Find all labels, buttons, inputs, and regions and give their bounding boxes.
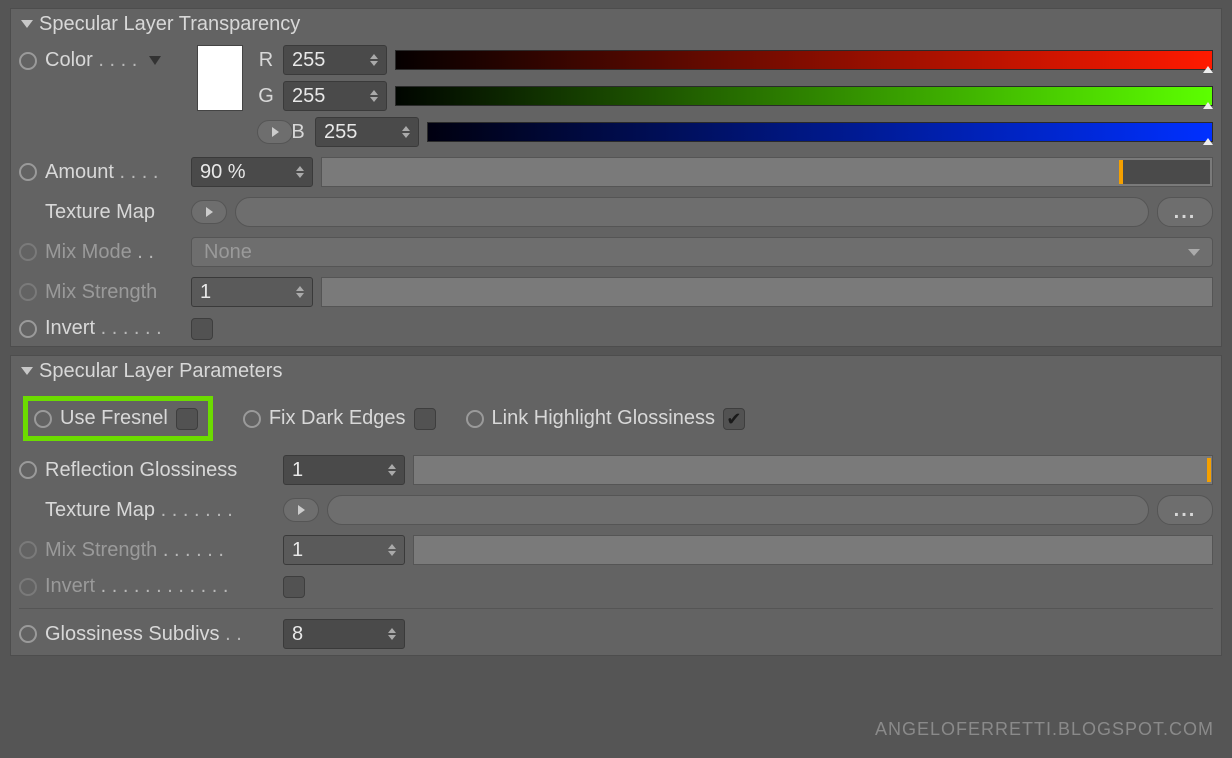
anim-toggle-amount[interactable] — [19, 163, 37, 181]
invert-checkbox[interactable] — [191, 318, 213, 340]
specular-transparency-panel: Specular Layer Transparency Color . . . … — [10, 8, 1222, 347]
anim-toggle-mixstrength — [19, 541, 37, 559]
green-label: G — [257, 85, 275, 108]
green-slider[interactable] — [395, 86, 1213, 106]
dropdown-caret-icon — [1188, 249, 1200, 256]
fix-dark-edges-checkbox[interactable] — [414, 408, 436, 430]
triangle-down-icon — [21, 20, 33, 28]
amount-slider[interactable] — [321, 157, 1213, 187]
link-highlight-label: Link Highlight Glossiness — [492, 407, 715, 430]
texture-map-label: Texture Map . . . . . . . — [45, 499, 233, 522]
mix-strength-input[interactable]: 1 — [283, 535, 405, 565]
green-input[interactable]: 255 — [283, 81, 387, 111]
mix-strength-input[interactable]: 1 — [191, 277, 313, 307]
texture-map-label: Texture Map — [45, 201, 155, 224]
panel-header[interactable]: Specular Layer Parameters — [11, 356, 1221, 386]
arrow-right-icon — [298, 505, 305, 515]
fix-dark-edges-label: Fix Dark Edges — [269, 407, 406, 430]
color-label: Color . . . . — [45, 49, 137, 72]
mix-strength-slider[interactable] — [413, 535, 1213, 565]
anim-toggle-darkedges[interactable] — [243, 410, 261, 428]
arrow-right-icon — [206, 207, 213, 217]
anim-toggle-invert[interactable] — [19, 320, 37, 338]
texture-expand-button[interactable] — [283, 498, 319, 522]
anim-toggle-mixmode — [19, 243, 37, 261]
invert-checkbox[interactable] — [283, 576, 305, 598]
anim-toggle-color[interactable] — [19, 52, 37, 70]
red-label: R — [257, 49, 275, 72]
anim-toggle-subdivs[interactable] — [19, 625, 37, 643]
amount-label: Amount . . . . — [45, 161, 158, 184]
texture-map-field[interactable] — [235, 197, 1149, 227]
mix-strength-slider[interactable] — [321, 277, 1213, 307]
amount-input[interactable]: 90 % — [191, 157, 313, 187]
panel-title: Specular Layer Transparency — [39, 13, 300, 36]
use-fresnel-label: Use Fresnel — [60, 407, 168, 430]
browse-button[interactable]: ... — [1157, 495, 1213, 525]
browse-button[interactable]: ... — [1157, 197, 1213, 227]
red-input[interactable]: 255 — [283, 45, 387, 75]
panel-title: Specular Layer Parameters — [39, 360, 282, 383]
glossiness-subdivs-label: Glossiness Subdivs . . — [45, 623, 242, 646]
texture-map-field[interactable] — [327, 495, 1149, 525]
slider-handle-icon[interactable] — [1203, 102, 1213, 109]
use-fresnel-checkbox[interactable] — [176, 408, 198, 430]
dropdown-icon[interactable] — [149, 56, 161, 65]
glossiness-subdivs-input[interactable]: 8 — [283, 619, 405, 649]
blue-input[interactable]: 255 — [315, 117, 419, 147]
mix-mode-label: Mix Mode . . — [45, 241, 154, 264]
texture-expand-button[interactable] — [191, 200, 227, 224]
invert-label: Invert . . . . . . — [45, 317, 162, 340]
mix-strength-label: Mix Strength — [45, 281, 157, 304]
slider-handle-icon[interactable] — [1203, 66, 1213, 73]
triangle-down-icon — [21, 367, 33, 375]
link-highlight-checkbox[interactable]: ✔ — [723, 408, 745, 430]
anim-toggle-reflgloss[interactable] — [19, 461, 37, 479]
blue-label: B — [289, 121, 307, 144]
invert-label: Invert . . . . . . . . . . . . — [45, 575, 228, 598]
red-slider[interactable] — [395, 50, 1213, 70]
blue-slider[interactable] — [427, 122, 1213, 142]
anim-toggle-linkhighlight[interactable] — [466, 410, 484, 428]
specular-parameters-panel: Specular Layer Parameters Use Fresnel Fi… — [10, 355, 1222, 656]
color-swatch[interactable] — [197, 45, 243, 111]
reflection-glossiness-input[interactable]: 1 — [283, 455, 405, 485]
color-expand-button[interactable] — [257, 120, 293, 144]
anim-toggle-invert — [19, 578, 37, 596]
anim-toggle-mixstrength — [19, 283, 37, 301]
highlight-annotation: Use Fresnel — [23, 396, 213, 441]
reflection-glossiness-label: Reflection Glossiness — [45, 459, 237, 482]
panel-header[interactable]: Specular Layer Transparency — [11, 9, 1221, 39]
mix-strength-label: Mix Strength . . . . . . — [45, 539, 224, 562]
mix-mode-dropdown[interactable]: None — [191, 237, 1213, 267]
check-icon: ✔ — [726, 410, 741, 428]
watermark-text: ANGELOFERRETTI.BLOGSPOT.COM — [875, 719, 1214, 740]
arrow-right-icon — [272, 127, 279, 137]
reflection-glossiness-slider[interactable] — [413, 455, 1213, 485]
anim-toggle-fresnel[interactable] — [34, 410, 52, 428]
slider-handle-icon[interactable] — [1203, 138, 1213, 145]
